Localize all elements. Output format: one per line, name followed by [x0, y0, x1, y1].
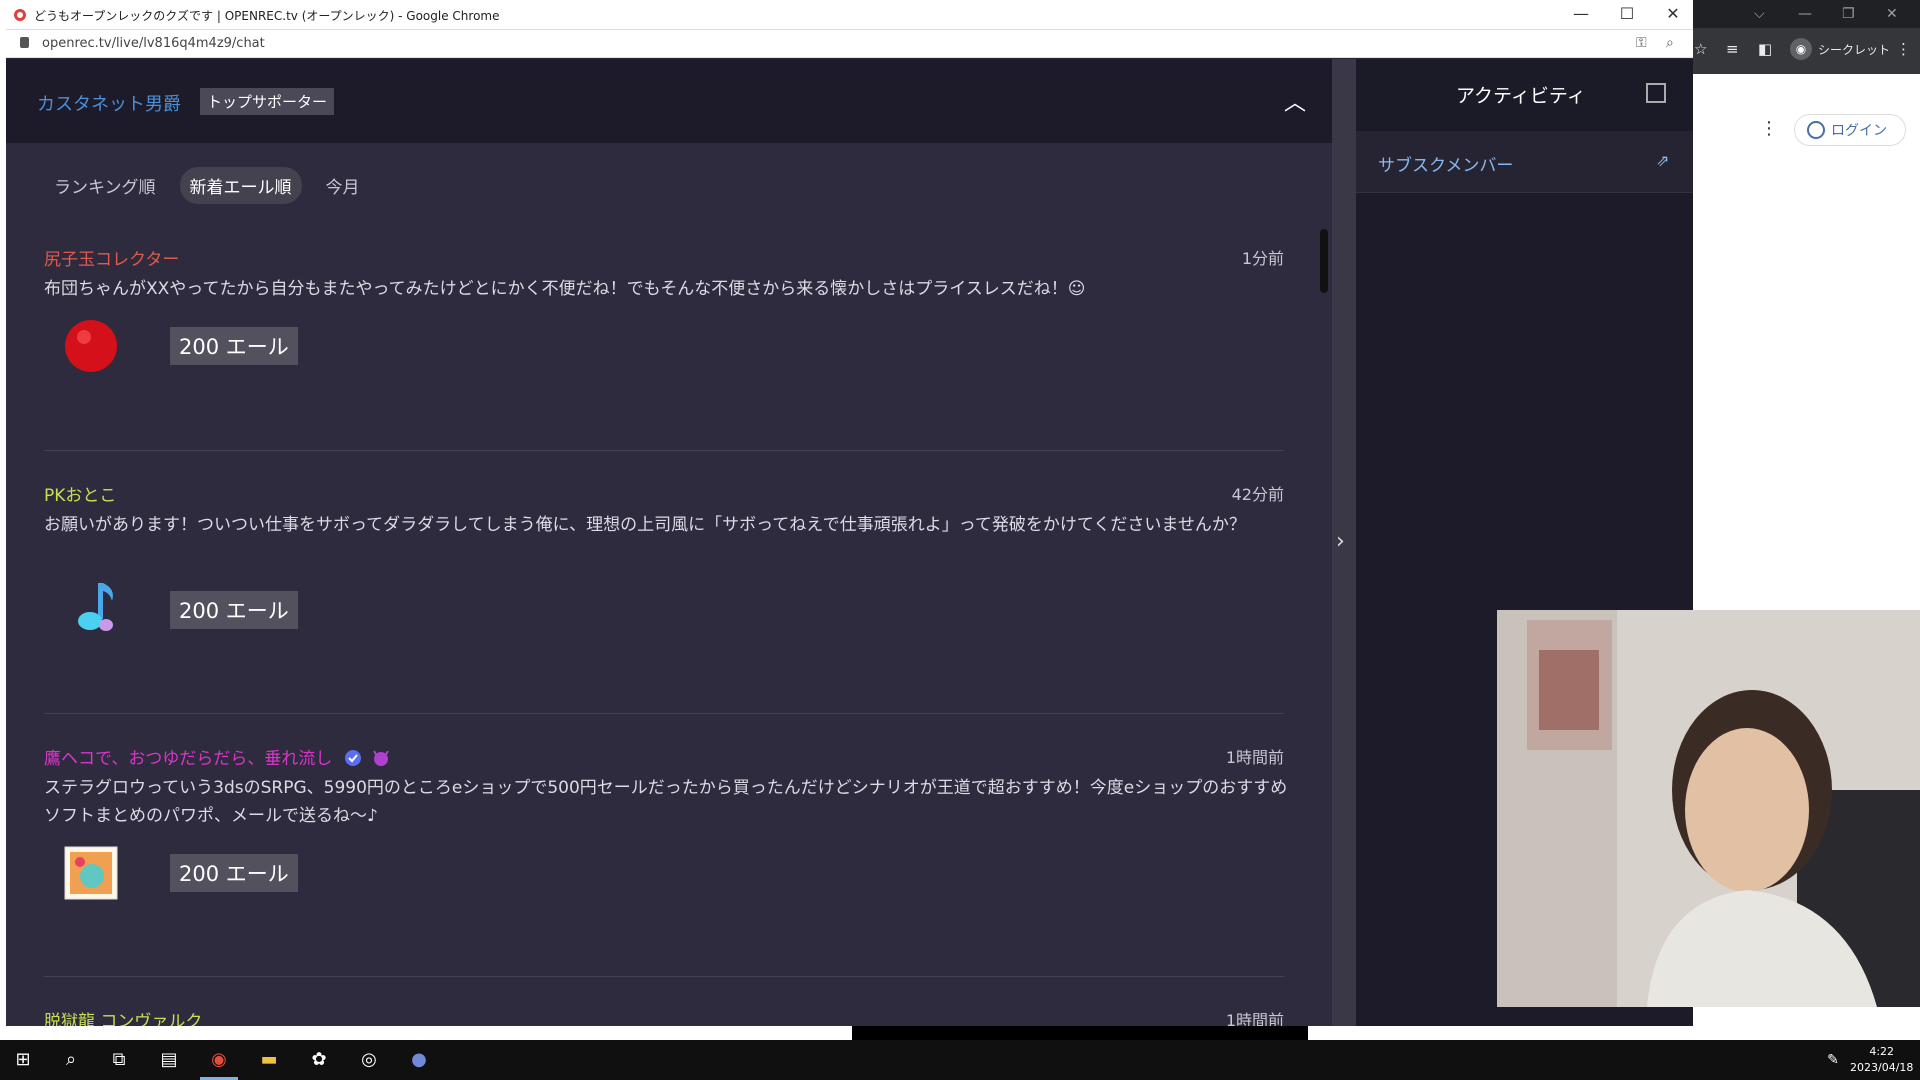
- clock[interactable]: 4:22 2023/04/18: [1850, 1044, 1913, 1076]
- notepad-icon[interactable]: ▤: [156, 1048, 182, 1072]
- external-link-icon: ⇗: [1656, 151, 1670, 170]
- message-time: 1時間前: [1225, 748, 1284, 767]
- red-ball-gift-icon: [65, 320, 117, 372]
- window-title: どうもオープンレックのクズです | OPENREC.tv (オープンレック) -…: [34, 9, 500, 23]
- tab-newest[interactable]: 新着エール順: [179, 167, 302, 204]
- pen-icon[interactable]: ✎: [1820, 1048, 1846, 1072]
- background-titlebar: ⌵ — ❐ ✕: [1690, 0, 1920, 28]
- chrome-icon[interactable]: ◉: [206, 1048, 232, 1072]
- message-user[interactable]: 鷹ヘコで、おつゆだらだら、垂れ流し: [44, 744, 391, 769]
- message-time: 42分前: [1231, 485, 1284, 504]
- message-time: 1分前: [1241, 249, 1284, 268]
- yell-amount: 200 エール: [170, 591, 298, 629]
- webcam-video: [1497, 610, 1920, 1007]
- stamp-gift-icon: [64, 846, 118, 900]
- window-titlebar: どうもオープンレックのクズです | OPENREC.tv (オープンレック) -…: [6, 0, 1693, 30]
- music-note-gift-icon: [78, 583, 113, 631]
- subscribe-members-link[interactable]: サブスクメンバー ⇗: [1356, 131, 1693, 193]
- restore-icon[interactable]: ❐: [1842, 6, 1855, 22]
- divider: [44, 713, 1284, 714]
- obs-icon[interactable]: ◎: [356, 1048, 382, 1072]
- key-icon[interactable]: ⚿: [1636, 35, 1647, 51]
- yell-message: 脱獄龍 コンヴァルク 1時間前: [44, 1007, 1284, 1026]
- yell-message: 鷹ヘコで、おつゆだらだら、垂れ流し 1時間前 ステラグロウっていう3dsのSRP…: [44, 744, 1287, 944]
- login-button[interactable]: ログイン: [1794, 114, 1906, 146]
- chevron-right-icon[interactable]: ›: [1336, 529, 1345, 554]
- support-panel: カスタネット男爵 トップサポーター ︿ ランキング順 新着エール順 今月 尻子玉…: [6, 59, 1332, 1026]
- page-content: カスタネット男爵 トップサポーター ︿ ランキング順 新着エール順 今月 尻子玉…: [6, 59, 1693, 1026]
- windows-start-icon[interactable]: ⊞: [10, 1048, 36, 1072]
- zoom-icon[interactable]: ⌕: [1666, 35, 1674, 51]
- login-label: ログイン: [1831, 123, 1887, 139]
- verified-icon: [344, 750, 361, 766]
- close-icon[interactable]: ✕: [1663, 4, 1683, 23]
- divider: [44, 450, 1284, 451]
- address-bar[interactable]: openrec.tv/live/lv816q4m4z9/chat ⚿ ⌕: [6, 30, 1693, 58]
- tab-this-month[interactable]: 今月: [316, 167, 370, 204]
- main-browser-window: どうもオープンレックのクズです | OPENREC.tv (オープンレック) -…: [6, 0, 1693, 1026]
- minimize-icon[interactable]: —: [1798, 6, 1812, 22]
- panel-toggle[interactable]: ›: [1332, 59, 1356, 1026]
- tab-ranking[interactable]: ランキング順: [44, 167, 166, 204]
- lock-icon: [20, 37, 29, 48]
- message-body: お願いがあります！ついつい仕事をサボってダラダラしてしまう俺に、理想の上司風に「…: [44, 515, 1246, 535]
- search-icon[interactable]: ⌕: [58, 1048, 84, 1072]
- clock-time: 4:22: [1869, 1045, 1895, 1058]
- openrec-favicon-icon: [14, 9, 26, 21]
- black-strip: [852, 1026, 1308, 1040]
- yell-amount: 200 エール: [170, 327, 298, 365]
- yell-message: PKおとこ 42分前 お願いがあります！ついつい仕事をサボってダラダラしてしまう…: [44, 481, 1284, 681]
- clock-date: 2023/04/18: [1850, 1061, 1914, 1074]
- message-user[interactable]: 脱獄龍 コンヴァルク: [44, 1007, 202, 1026]
- discord-icon[interactable]: ●: [406, 1048, 432, 1072]
- task-view-icon[interactable]: ⧉: [106, 1048, 132, 1072]
- star-icon[interactable]: ☆: [1694, 40, 1707, 58]
- webcam-image: [1497, 610, 1920, 1007]
- maximize-icon[interactable]: ☐: [1617, 4, 1637, 23]
- top-supporter-name[interactable]: カスタネット男爵: [37, 90, 181, 116]
- page-kebab-icon[interactable]: ⋮: [1760, 118, 1778, 139]
- chevron-up-icon[interactable]: ︿: [1284, 85, 1306, 117]
- minimize-icon[interactable]: —: [1571, 4, 1591, 23]
- devil-icon: [373, 750, 389, 766]
- incognito-icon: ◉: [1790, 38, 1812, 60]
- close-icon[interactable]: ✕: [1886, 6, 1898, 22]
- divider: [44, 976, 1284, 977]
- message-time: 1時間前: [1225, 1011, 1284, 1026]
- top-supporter-bar: カスタネット男爵 トップサポーター ︿: [6, 59, 1332, 143]
- queue-icon[interactable]: ≡: [1726, 40, 1739, 58]
- popout-icon[interactable]: [1646, 83, 1666, 103]
- message-user-name: 鷹ヘコで、おつゆだらだら、垂れ流し: [44, 749, 333, 769]
- message-user[interactable]: 尻子玉コレクター: [44, 245, 179, 270]
- subscribe-members-label: サブスクメンバー: [1378, 156, 1514, 176]
- sort-tabs: ランキング順 新着エール順 今月: [44, 167, 370, 204]
- background-toolbar: ☆ ≡ ◧ ◉ シークレット ⋮: [1690, 28, 1920, 74]
- incognito-indicator[interactable]: ◉ シークレット: [1790, 38, 1890, 60]
- chevron-down-icon[interactable]: ⌵: [1754, 6, 1765, 22]
- user-icon: [1807, 121, 1825, 139]
- message-body: 布団ちゃんがXXやってたから自分もまたやってみたけどとにかく不便だね！でもそんな…: [44, 279, 1086, 299]
- app-icon[interactable]: ✿: [306, 1048, 332, 1072]
- sidepanel-icon[interactable]: ◧: [1758, 40, 1772, 58]
- message-user[interactable]: PKおとこ: [44, 481, 116, 506]
- activity-title: アクティビティ: [1456, 85, 1586, 107]
- scrollbar-thumb[interactable]: [1320, 229, 1328, 293]
- menu-kebab-icon[interactable]: ⋮: [1896, 40, 1911, 58]
- activity-header: アクティビティ: [1356, 59, 1693, 131]
- taskbar: ⊞ ⌕ ⧉ ▤ ◉ ▬ ✿ ◎ ● ✎ 4:22 2023/04/18: [0, 1040, 1920, 1080]
- incognito-label: シークレット: [1818, 42, 1891, 57]
- message-body: ステラグロウっていう3dsのSRPG、5990円のところeショップで500円セー…: [44, 778, 1288, 826]
- yell-message: 尻子玉コレクター 1分前 布団ちゃんがXXやってたから自分もまたやってみたけどと…: [44, 245, 1284, 395]
- url-text[interactable]: openrec.tv/live/lv816q4m4z9/chat: [42, 36, 265, 51]
- yell-amount: 200 エール: [170, 854, 298, 892]
- top-supporter-badge: トップサポーター: [200, 88, 335, 115]
- file-explorer-icon[interactable]: ▬: [256, 1048, 282, 1072]
